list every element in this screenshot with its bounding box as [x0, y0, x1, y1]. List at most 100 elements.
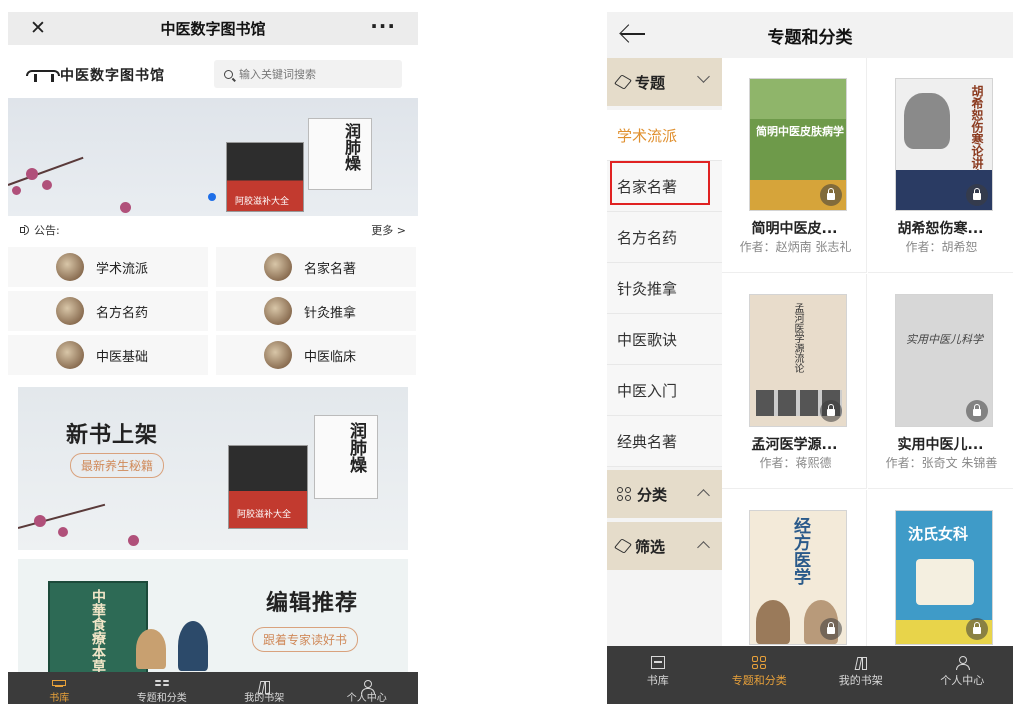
sidebar-item-zhenjiutuina[interactable]: 针灸推拿 — [607, 263, 722, 314]
tab-library[interactable]: 书库 — [8, 672, 111, 704]
category-item[interactable]: 中医临床 — [216, 335, 416, 375]
lock-icon — [966, 400, 988, 422]
branch-decoration — [18, 503, 106, 529]
category-item[interactable]: 名家名著 — [216, 247, 416, 287]
promo-tag: 最新养生秘籍 — [70, 453, 165, 478]
lock-icon — [820, 184, 842, 206]
cover-text: 孟河医学源流论 — [792, 303, 803, 373]
blossom-decoration — [12, 186, 21, 195]
promo-book-title: 润肺燥 — [346, 422, 366, 473]
top-bar: 专题和分类 — [607, 12, 1013, 58]
lock-icon — [966, 184, 988, 206]
topics-screen: 专题和分类 专题 学术流派 名家名著 名方名药 针灸推拿 中医歌诀 中医入门 经… — [607, 12, 1013, 704]
sidebar-item-jingdianmingzhu[interactable]: 经典名著 — [607, 416, 722, 467]
editor-picks-banner[interactable]: 中華食療本草 编辑推荐 跟着专家读好书 — [18, 559, 408, 684]
category-label: 学术流派 — [96, 261, 149, 277]
category-icon — [617, 487, 631, 501]
scholar-figure — [178, 621, 208, 671]
tab-bookshelf[interactable]: 我的书架 — [810, 646, 912, 704]
category-thumb — [264, 253, 292, 281]
notice-bar[interactable]: 公告: 更多 > — [8, 218, 418, 242]
book-card[interactable]: 简明中医皮肤病学 简明中医皮... 作者：赵炳南 张志礼 — [722, 58, 867, 273]
category-label: 中医临床 — [304, 349, 357, 365]
cover-text: 简明中医皮肤病学 — [756, 125, 844, 138]
tab-profile[interactable]: 个人中心 — [912, 646, 1013, 704]
user-icon — [955, 656, 971, 670]
library-home-screen: ✕ 中医数字图书馆 ··· 中医数字图书馆 输入关键词搜索 阿胶滋补大全 润肺燥… — [8, 12, 418, 704]
book-author: 作者：蒋熙德 — [759, 456, 832, 470]
banner-book-cover-2: 润肺燥 — [308, 118, 372, 190]
sidebar-item-zhongyirumen[interactable]: 中医入门 — [607, 365, 722, 416]
category-item[interactable]: 学术流派 — [8, 247, 208, 287]
tab-label: 我的书架 — [838, 674, 883, 687]
blossom-decoration — [26, 168, 38, 180]
blossom-decoration — [34, 515, 46, 527]
tab-bookshelf[interactable]: 我的书架 — [213, 672, 316, 704]
sidebar-item-mingfangmingyao[interactable]: 名方名药 — [607, 212, 722, 263]
back-arrow-icon[interactable] — [619, 24, 645, 44]
tab-topics[interactable]: 专题和分类 — [111, 672, 214, 704]
grid-icon — [154, 680, 169, 686]
scholar-figure — [136, 629, 166, 669]
tab-label: 书库 — [646, 674, 669, 687]
book-card[interactable]: 孟河医学源流论 孟河医学源... 作者：蒋熙德 — [722, 274, 867, 489]
speaker-icon — [20, 224, 30, 235]
banner-carousel[interactable]: 阿胶滋补大全 润肺燥 — [8, 98, 418, 216]
new-books-banner[interactable]: 新书上架 最新养生秘籍 阿胶滋补大全 润肺燥 — [18, 387, 408, 550]
book-card[interactable]: 胡希恕伤寒论讲座 胡希恕伤寒... 作者：胡希恕 — [868, 58, 1013, 273]
blossom-decoration — [42, 180, 52, 190]
tab-label: 专题和分类 — [731, 674, 787, 687]
category-thumb — [56, 253, 84, 281]
tab-profile[interactable]: 个人中心 — [316, 672, 419, 704]
promo-book-title: 中華食療本草 — [90, 589, 106, 673]
cover-portrait — [904, 93, 950, 149]
sidebar-item-label: 经典名著 — [617, 432, 678, 451]
sidebar-item-xueshuliupai[interactable]: 学术流派 — [607, 110, 722, 161]
user-icon — [360, 680, 375, 694]
tab-library[interactable]: 书库 — [607, 646, 709, 704]
cube-icon — [613, 538, 633, 554]
banner-book-cover: 阿胶滋补大全 — [226, 142, 304, 212]
more-icon[interactable]: ··· — [370, 14, 396, 38]
bottom-tab-bar: 书库 专题和分类 我的书架 个人中心 — [8, 672, 418, 704]
category-thumb — [264, 341, 292, 369]
sidebar-item-zhongyigejue[interactable]: 中医歌诀 — [607, 314, 722, 365]
tab-label: 我的书架 — [244, 693, 285, 704]
section-filter-header[interactable]: 筛选 — [607, 522, 722, 570]
cube-icon — [613, 74, 633, 90]
promo-book-subtitle: 阿胶滋补大全 — [237, 510, 292, 520]
section-label: 分类 — [637, 485, 668, 504]
banner-book-title: 润肺燥 — [342, 123, 361, 171]
promo-tag: 跟着专家读好书 — [252, 627, 359, 652]
cover-text: 胡希恕伤寒论讲座 — [970, 85, 984, 181]
category-item[interactable]: 中医基础 — [8, 335, 208, 375]
book-author: 作者：赵炳南 张志礼 — [739, 240, 852, 254]
logo-mark-icon — [26, 68, 60, 82]
book-title: 实用中医儿... — [897, 437, 984, 453]
top-bar: ✕ 中医数字图书馆 ··· — [8, 12, 418, 45]
notice-more-link[interactable]: 更多 > — [371, 222, 406, 238]
category-label: 名方名药 — [96, 305, 149, 321]
book-title: 胡希恕伤寒... — [897, 221, 984, 237]
notice-label: 公告: — [34, 224, 60, 237]
category-label: 名家名著 — [304, 261, 357, 277]
tab-topics[interactable]: 专题和分类 — [709, 646, 811, 704]
book-cover: 简明中医皮肤病学 — [749, 78, 847, 211]
selection-highlight-box — [610, 161, 710, 205]
carousel-dot[interactable] — [208, 193, 216, 201]
promo-book-cover: 阿胶滋补大全 — [228, 445, 308, 529]
category-item[interactable]: 针灸推拿 — [216, 291, 416, 331]
book-card[interactable]: 实用中医儿科学 实用中医儿... 作者：张奇文 朱锦善 — [868, 274, 1013, 489]
promo-title: 新书上架 — [66, 423, 159, 448]
bookshelf-icon — [257, 680, 271, 694]
close-icon[interactable]: ✕ — [30, 17, 46, 39]
section-categories-header[interactable]: 分类 — [607, 470, 722, 518]
category-label: 中医基础 — [96, 349, 149, 365]
category-item[interactable]: 名方名药 — [8, 291, 208, 331]
book-author: 作者：张奇文 朱锦善 — [885, 456, 998, 470]
section-topics-header[interactable]: 专题 — [607, 58, 722, 106]
sidebar-item-label: 学术流派 — [617, 126, 678, 145]
search-input[interactable]: 输入关键词搜索 — [214, 60, 402, 88]
blossom-decoration — [128, 535, 139, 546]
bookshelf-icon — [854, 656, 868, 670]
